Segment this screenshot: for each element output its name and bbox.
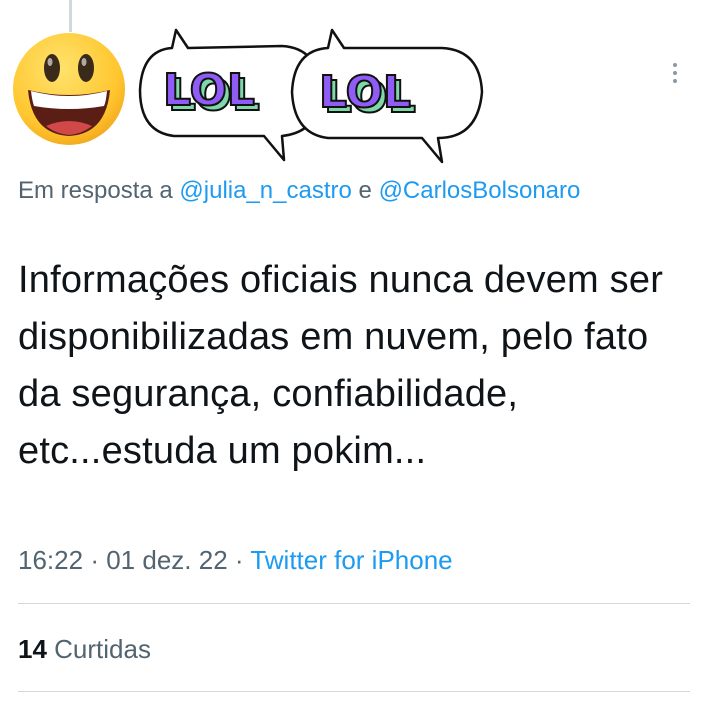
meta-separator: · — [90, 545, 99, 575]
mention-link-julia[interactable]: @julia_n_castro — [179, 177, 351, 204]
tweet-time[interactable]: 16:22 — [18, 545, 83, 575]
meta-separator: · — [234, 545, 244, 575]
thread-connector-line — [69, 0, 72, 32]
tweet-date[interactable]: 01 dez. 22 — [106, 545, 227, 575]
reply-joiner: e — [358, 177, 372, 204]
lol-bubble-2-text: LOL — [319, 67, 411, 118]
avatar[interactable] — [10, 30, 128, 148]
lol-sticker: LOL LOL LOL LOL — [138, 28, 484, 164]
lol-bubble-2: LOL LOL — [290, 28, 484, 164]
likes-label: Curtidas — [54, 634, 151, 664]
reply-context: Em resposta a @julia_n_castro e @CarlosB… — [18, 172, 658, 210]
likes-count: 14 — [18, 634, 47, 664]
reply-prefix: Em resposta a — [18, 177, 173, 204]
grinning-face-emoji-icon — [13, 33, 125, 145]
likes-stat[interactable]: 14 Curtidas — [18, 630, 151, 668]
mention-link-carlos[interactable]: @CarlosBolsonaro — [379, 177, 581, 204]
more-vertical-icon-dot — [673, 71, 677, 75]
tweet-text: Informações oficiais nunca devem ser dis… — [18, 259, 664, 472]
more-vertical-icon — [673, 63, 677, 67]
tweet-source-link[interactable]: Twitter for iPhone — [250, 545, 452, 575]
lol-bubble-1-text: LOL — [163, 65, 255, 116]
tweet-metadata: 16:22 · 01 dez. 22 · Twitter for iPhone — [18, 540, 453, 580]
divider — [18, 603, 690, 604]
more-options-button[interactable] — [664, 58, 686, 88]
more-vertical-icon-dot — [673, 79, 677, 83]
divider — [18, 691, 690, 692]
